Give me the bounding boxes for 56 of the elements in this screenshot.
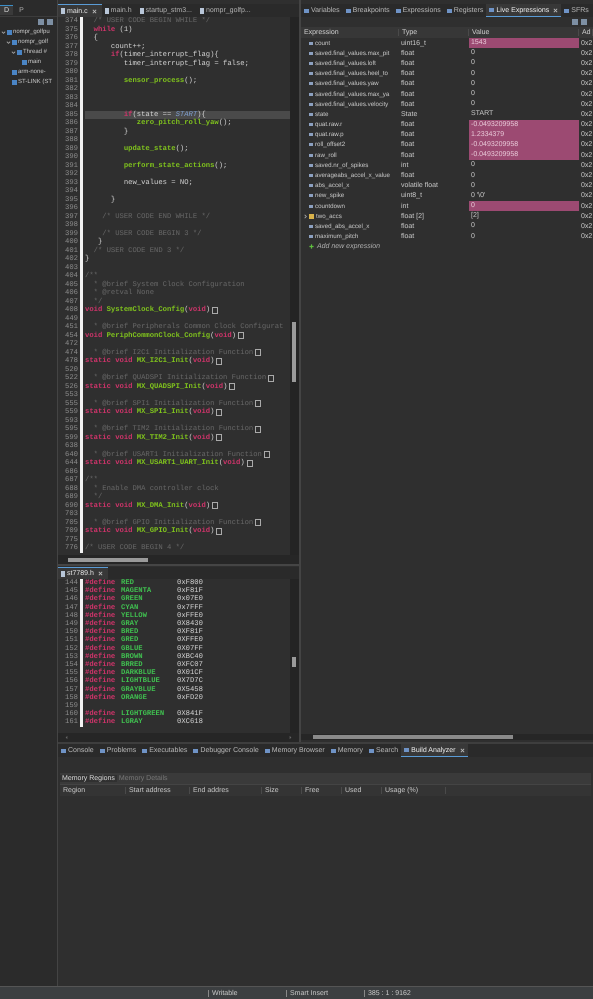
variable-icon: [309, 52, 313, 55]
variable-icon: [309, 72, 313, 76]
variable-icon: [309, 235, 313, 238]
close-icon[interactable]: [553, 8, 558, 12]
variable-icon: [309, 92, 313, 96]
folded-code-marker[interactable]: [255, 519, 262, 526]
tree-node-icon: [17, 50, 22, 54]
close-icon[interactable]: [460, 748, 465, 752]
close-icon[interactable]: [92, 8, 97, 14]
folded-code-marker[interactable]: [216, 358, 222, 365]
tree-node-icon: [12, 70, 17, 74]
tree-node-icon: [7, 30, 12, 34]
plus-icon: [309, 244, 314, 250]
folded-code-marker[interactable]: [246, 460, 253, 467]
variable-icon: [309, 164, 313, 167]
folded-code-marker[interactable]: [212, 502, 218, 510]
scrollbar-thumb[interactable]: [292, 322, 296, 382]
scrollbar-thumb[interactable]: [68, 558, 148, 562]
tree-node-icon: [22, 60, 27, 64]
folder-icon: [309, 214, 314, 219]
variable-icon: [309, 184, 313, 188]
variable-icon: [309, 154, 313, 157]
variable-icon: [309, 204, 313, 208]
variable-icon: [309, 42, 313, 45]
variable-icon: [309, 224, 313, 228]
caret-icon[interactable]: [11, 50, 16, 54]
folded-code-marker[interactable]: [216, 408, 222, 416]
caret-icon[interactable]: [303, 214, 308, 219]
folded-code-marker[interactable]: [216, 528, 222, 535]
variable-icon: [309, 194, 313, 198]
folded-code-marker[interactable]: [255, 400, 262, 408]
caret-icon[interactable]: [1, 30, 6, 34]
scrollbar-thumb[interactable]: [292, 657, 296, 667]
caret-icon[interactable]: [6, 40, 11, 44]
folded-code-marker[interactable]: [212, 306, 218, 314]
folded-code-marker[interactable]: [216, 434, 222, 442]
folded-code-marker[interactable]: [264, 451, 270, 458]
variable-icon: [309, 133, 313, 136]
scroll-right-icon[interactable]: [288, 735, 293, 740]
folded-code-marker[interactable]: [255, 349, 262, 356]
tree-node-icon: [12, 40, 17, 44]
folded-code-marker[interactable]: [238, 332, 244, 340]
variable-icon: [309, 123, 313, 126]
variable-icon: [309, 174, 313, 178]
variable-icon: [309, 112, 313, 116]
scroll-left-icon[interactable]: [64, 735, 69, 740]
variable-icon: [309, 62, 313, 65]
folded-code-marker[interactable]: [229, 383, 236, 390]
close-icon[interactable]: [98, 571, 103, 576]
folded-code-marker[interactable]: [268, 374, 274, 382]
scrollbar-thumb[interactable]: [313, 735, 513, 739]
variable-icon: [309, 82, 313, 86]
folded-code-marker[interactable]: [255, 426, 262, 433]
tree-node-icon: [12, 80, 17, 84]
variable-icon: [309, 143, 313, 146]
variable-icon: [309, 102, 313, 106]
